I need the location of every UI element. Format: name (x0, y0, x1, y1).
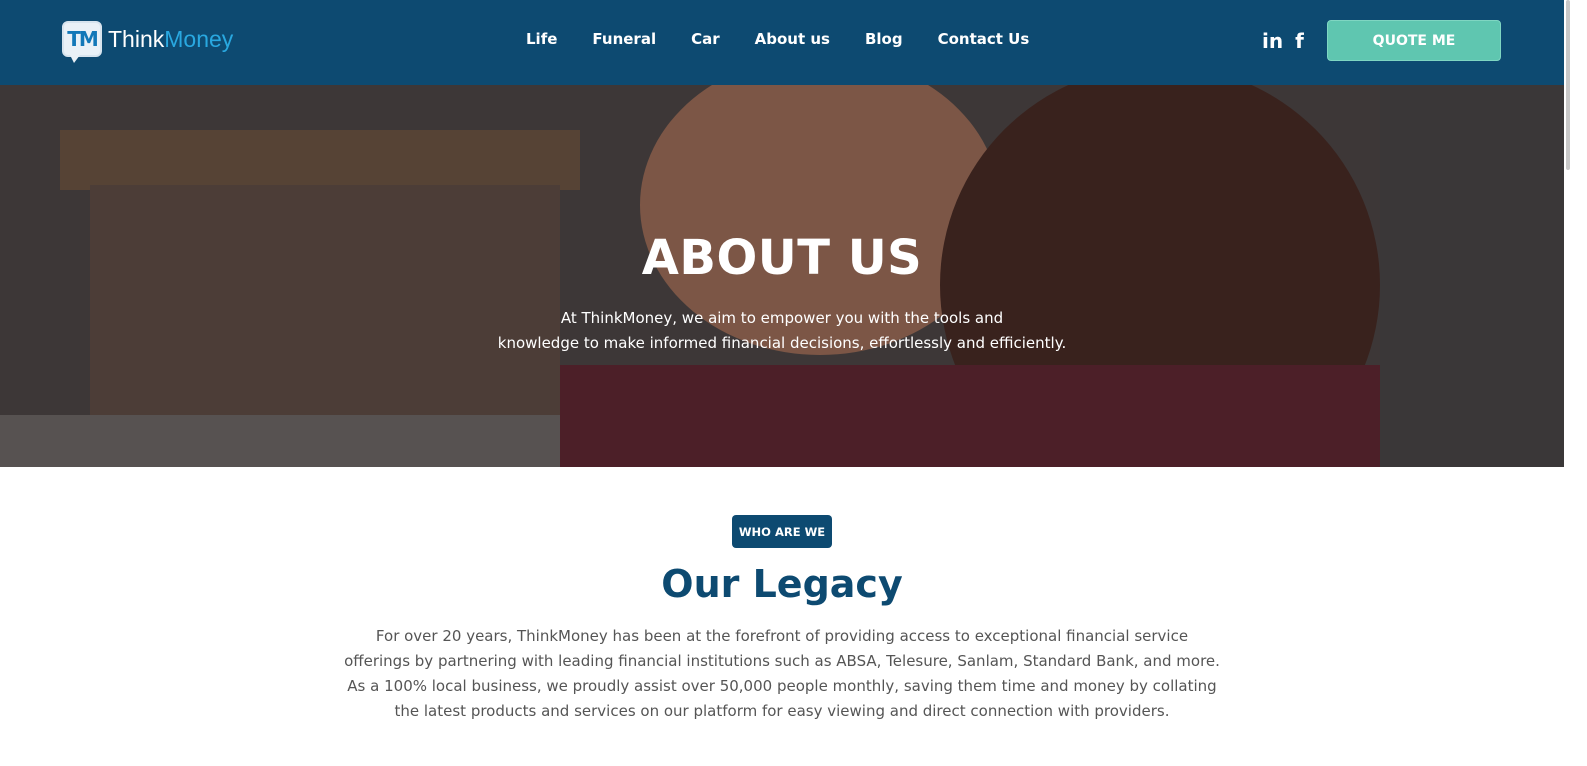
hero-banner: ABOUT US At ThinkMoney, we aim to empowe… (0, 85, 1564, 467)
facebook-icon[interactable]: f (1295, 30, 1304, 52)
nav-contact-us[interactable]: Contact Us (938, 30, 1030, 48)
main-nav: Life Funeral Car About us Blog Contact U… (526, 30, 1029, 48)
legacy-line: For over 20 years, ThinkMoney has been a… (375, 627, 1189, 645)
legacy-line: As a 100% local business, we proudly ass… (347, 677, 1217, 695)
site-header: TM ThinkMoney Life Funeral Car About us … (0, 0, 1564, 85)
logo-mark-icon: TM (62, 21, 102, 63)
who-are-we-badge: WHO ARE WE (732, 515, 832, 548)
nav-car[interactable]: Car (691, 30, 720, 48)
logo-money: Money (164, 25, 234, 52)
legacy-line: the latest products and services on our … (394, 702, 1170, 720)
scrollbar-thumb[interactable] (1566, 0, 1570, 170)
legacy-title: Our Legacy (661, 562, 903, 606)
linkedin-icon[interactable]: in (1262, 30, 1283, 52)
social-links: in f (1262, 30, 1316, 52)
nav-life[interactable]: Life (526, 30, 557, 48)
hero-title: ABOUT US (641, 230, 923, 286)
quote-me-button[interactable]: QUOTE ME (1327, 20, 1501, 61)
hero-subtitle-line2: knowledge to make informed financial dec… (497, 334, 1067, 352)
nav-blog[interactable]: Blog (865, 30, 903, 48)
legacy-line: offerings by partnering with leading fin… (344, 652, 1220, 670)
logo-mark-text: TM (67, 27, 99, 51)
logo-think: Think (108, 25, 165, 52)
nav-about-us[interactable]: About us (755, 30, 830, 48)
hero-subtitle: At ThinkMoney, we aim to empower you wit… (482, 306, 1082, 356)
nav-funeral[interactable]: Funeral (592, 30, 656, 48)
hero-subtitle-line1: At ThinkMoney, we aim to empower you wit… (560, 309, 1004, 327)
legacy-paragraph: For over 20 years, ThinkMoney has been a… (330, 624, 1234, 724)
logo-wordmark: ThinkMoney (108, 26, 233, 53)
thinkmoney-logo[interactable]: TM ThinkMoney (62, 21, 233, 63)
